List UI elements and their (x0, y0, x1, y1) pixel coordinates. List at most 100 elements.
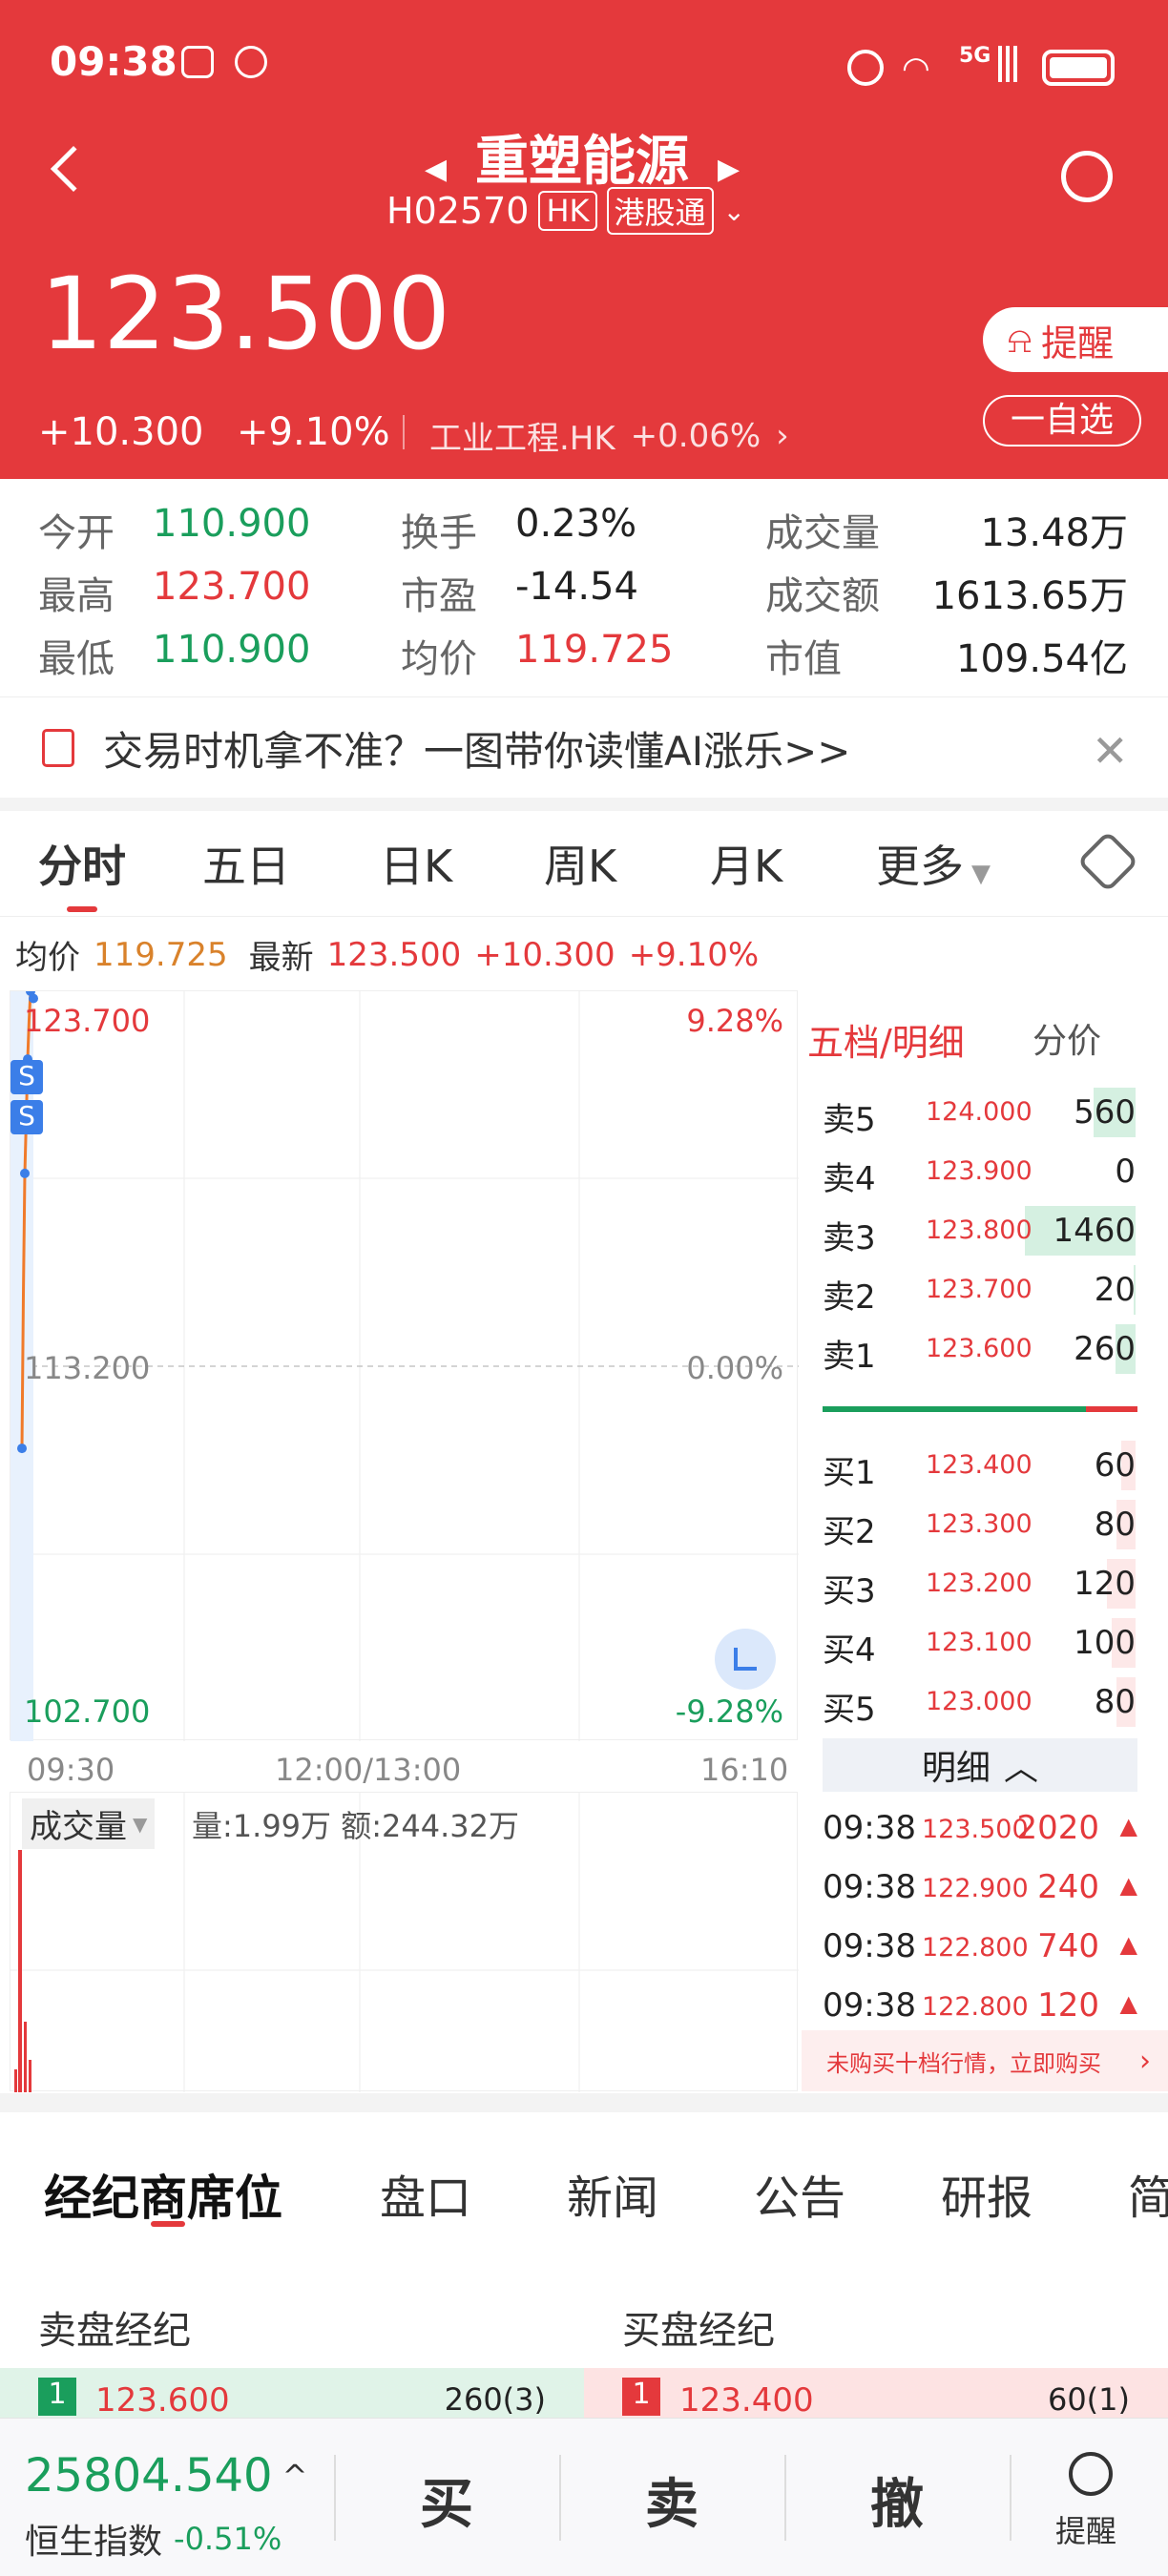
volume-chart[interactable]: 成交量 ▼ 量:1.99万 额:244.32万 (10, 1792, 799, 2092)
add-watchlist-button[interactable]: 一自选 (983, 395, 1141, 447)
wifi-icon: ◠ (902, 50, 930, 88)
ask-row[interactable]: 卖3 123.800 1460 (821, 1204, 1136, 1259)
close-icon[interactable]: ✕ (1092, 725, 1129, 777)
search-icon[interactable] (1061, 151, 1113, 202)
back-icon[interactable] (50, 145, 97, 193)
sell-broker-volume: 260(3) (444, 2381, 546, 2418)
trade-volume: 240 (1037, 1868, 1099, 1906)
ask-row[interactable]: 卖4 123.900 0 (821, 1145, 1136, 1200)
ask-row[interactable]: 卖1 123.600 260 (821, 1322, 1136, 1378)
turnover-value: 0.23% (515, 502, 637, 546)
bid-row[interactable]: 买3 123.200 120 (821, 1557, 1136, 1612)
level-label: 买1 (823, 1454, 876, 1492)
mcap-label: 市值 (765, 637, 842, 681)
detail-label: 明细 (921, 1749, 991, 1788)
divider (0, 2093, 1168, 2112)
buy-button[interactable]: 买 (420, 2462, 473, 2539)
banner-text: 交易时机拿不准？一图带你读懂AI涨乐>> (103, 727, 851, 775)
bid-row[interactable]: 买5 123.000 80 (821, 1675, 1136, 1731)
sector-name: 工业工程.HK (429, 420, 615, 458)
tab-more[interactable]: 更多 ▼ (876, 832, 991, 895)
ask-row[interactable]: 卖2 123.700 20 (821, 1263, 1136, 1319)
sell-broker-price: 123.600 (95, 2381, 230, 2420)
volume-selector[interactable]: 成交量 ▼ (22, 1798, 156, 1849)
info-pct: +9.10% (628, 935, 760, 974)
buy-broker-price: 123.400 (679, 2381, 814, 2420)
trade-row: 09:38 122.800 740 ▲ (823, 1922, 1137, 1977)
bid-row[interactable]: 买4 123.100 100 (821, 1616, 1136, 1672)
price-point (29, 993, 38, 1004)
price-change-pct: +9.10% (237, 410, 390, 454)
level-label: 卖3 (823, 1219, 876, 1257)
bid-row[interactable]: 买1 123.400 60 (821, 1439, 1136, 1494)
chevron-right-icon: › (776, 416, 789, 455)
bell-icon: ⍾ (1008, 318, 1032, 361)
trade-row: 09:38 123.500 2020 ▲ (823, 1803, 1137, 1859)
price-dist-tab[interactable]: 分价 (1032, 1013, 1101, 1063)
tab-overflow[interactable]: 简 (1128, 2160, 1168, 2227)
volume-value: 13.48万 (980, 511, 1128, 555)
low-price-label: 102.700 (24, 1693, 151, 1730)
index-pct: -0.51% (174, 2521, 282, 2557)
next-stock-icon[interactable]: ▶ (718, 153, 740, 186)
level-volume: 120 (1074, 1565, 1136, 1603)
cancel-order-button[interactable]: 撤 (870, 2462, 924, 2539)
ask-row[interactable]: 卖5 124.000 560 (821, 1086, 1136, 1141)
trade-volume: 740 (1037, 1927, 1099, 1965)
orderbook-tab[interactable]: 五档/明细 (807, 1013, 965, 1066)
prev-stock-icon[interactable]: ◀ (425, 153, 447, 186)
tab-weekly-k[interactable]: 周K (544, 832, 616, 895)
up-arrow-icon: ▲ (1119, 1931, 1137, 1958)
promo-banner[interactable]: 交易时机拿不准？一图带你读懂AI涨乐>> (0, 698, 1168, 798)
sell-marker[interactable]: S (10, 1100, 43, 1134)
sell-marker[interactable]: S (10, 1060, 43, 1094)
sell-button[interactable]: 卖 (645, 2462, 699, 2539)
tab-announcements[interactable]: 公告 (754, 2160, 845, 2227)
stock-code-row[interactable]: H02570 HK 港股通 ⌄ (386, 187, 745, 235)
trade-time: 09:38 (823, 1868, 916, 1906)
promo-text: 未购买十档行情，立即购买 (826, 2049, 1101, 2077)
divider (403, 415, 405, 449)
document-icon (42, 729, 74, 767)
tab-broker[interactable]: 经纪商席位 (44, 2160, 282, 2229)
sell-broker-row[interactable]: 1 123.600 260(3) (0, 2368, 584, 2425)
status-time: 09:38 (50, 38, 177, 85)
tab-daily-k[interactable]: 日K (380, 832, 452, 895)
trade-price: 123.500 (922, 1815, 1029, 1844)
bottom-bar: 25804.540 ^ 恒生指数 -0.51% (0, 2418, 1168, 2576)
tab-five-day[interactable]: 五日 (202, 832, 290, 895)
remind-tab[interactable]: 提醒 (1055, 2507, 1116, 2551)
alarm-icon (847, 50, 884, 86)
remind-button[interactable]: ⍾ 提醒 (983, 307, 1168, 372)
sector-link[interactable]: 工业工程.HK +0.06% › (429, 412, 789, 459)
dropdown-icon: ▼ (133, 1812, 148, 1836)
alert-icon[interactable] (1069, 2452, 1113, 2496)
level-label: 卖2 (823, 1278, 876, 1317)
hand-icon (235, 46, 267, 78)
price-chart[interactable]: 123.700 9.28% 113.200 0.00% 102.700 -9.2… (10, 990, 799, 1741)
tab-orderbook[interactable]: 盘口 (380, 2160, 471, 2227)
bid-row[interactable]: 买2 123.300 80 (821, 1498, 1136, 1553)
sector-change: +0.06% (630, 416, 761, 455)
tab-monthly-k[interactable]: 月K (710, 832, 782, 895)
buy-rank-badge: 1 (622, 2378, 660, 2416)
expand-icon[interactable] (715, 1629, 776, 1690)
tab-research[interactable]: 研报 (941, 2160, 1032, 2227)
detail-toggle[interactable]: 明细 ︿ (823, 1738, 1137, 1792)
sell-rank-badge: 1 (38, 2378, 76, 2416)
level-volume: 80 (1094, 1683, 1136, 1721)
divider (0, 696, 1168, 697)
settings-icon[interactable] (1076, 830, 1139, 893)
trade-volume: 120 (1037, 1986, 1099, 2025)
promo-bar[interactable]: 未购买十档行情，立即购买 › (802, 2030, 1168, 2091)
level-volume: 80 (1094, 1506, 1136, 1544)
info-avg-label: 均价 (15, 939, 80, 977)
index-ticker[interactable]: 25804.540 ^ (25, 2449, 307, 2503)
buy-broker-row[interactable]: 1 123.400 60(1) (584, 2368, 1168, 2425)
tab-intraday[interactable]: 分时 (38, 832, 126, 895)
trade-volume: 2020 (1016, 1809, 1099, 1847)
app-badge-icon (181, 46, 214, 78)
tab-news[interactable]: 新闻 (567, 2160, 658, 2227)
price-change: +10.300 (38, 410, 204, 454)
chevron-down-icon: ⌄ (722, 195, 745, 227)
